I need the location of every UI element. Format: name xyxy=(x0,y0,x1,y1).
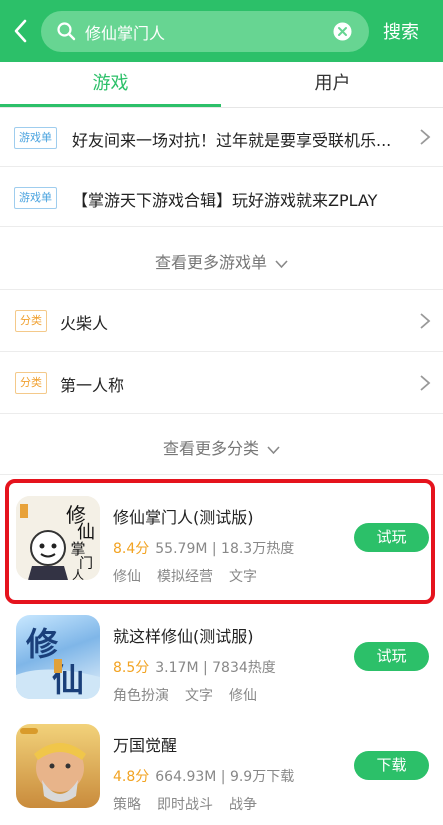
chevron-down-icon xyxy=(267,445,280,454)
game-stats: 3.17M | 7834热度 xyxy=(155,660,276,676)
category-row[interactable]: 分类 火柴人 xyxy=(0,290,443,352)
icon-art-char: 修 xyxy=(25,625,59,663)
clear-icon[interactable] xyxy=(333,22,352,41)
back-arrow-icon[interactable] xyxy=(6,13,36,49)
more-categories-label: 查看更多分类 xyxy=(162,439,259,458)
tab-bar: 游戏 用户 xyxy=(0,62,443,108)
category-badge: 分类 xyxy=(15,310,47,332)
game-score: 8.5分 xyxy=(113,660,150,676)
divider xyxy=(0,474,443,475)
game-tag: 策略 xyxy=(113,797,141,813)
game-tags: 策略 即时战斗 战争 xyxy=(113,794,273,814)
chevron-down-icon xyxy=(275,259,288,268)
game-list-title: 好友间来一场对抗！过年就是要享受联机乐... xyxy=(72,131,392,150)
game-item[interactable]: 万国觉醒 4.8分 664.93M | 9.9万下载 策略 即时战斗 战争 下载 xyxy=(0,714,443,824)
game-list-row[interactable]: 游戏单 好友间来一场对抗！过年就是要享受联机乐... xyxy=(0,108,443,167)
chevron-right-icon xyxy=(420,375,431,391)
tab-users[interactable]: 用户 xyxy=(222,62,443,108)
more-game-lists-label: 查看更多游戏单 xyxy=(154,253,267,272)
search-button[interactable]: 搜索 xyxy=(383,18,419,44)
wanguo-juexing-icon xyxy=(16,724,100,808)
game-score: 4.8分 xyxy=(113,769,150,785)
game-list-badge: 游戏单 xyxy=(14,187,57,209)
game-list-title: 【掌游天下游戏合辑】玩好游戏就来ZPLAY xyxy=(72,191,378,210)
more-game-lists-link[interactable]: 查看更多游戏单 xyxy=(0,249,443,273)
game-meta: 8.5分 3.17M | 7834热度 xyxy=(113,657,276,677)
search-input[interactable] xyxy=(85,11,325,52)
game-tag: 角色扮演 xyxy=(113,688,169,704)
category-badge: 分类 xyxy=(15,372,47,394)
top-bar: 搜索 xyxy=(0,0,443,62)
game-item[interactable]: 修 仙 就这样修仙(测试服) 8.5分 3.17M | 7834热度 角色扮演 文字… xyxy=(0,605,443,715)
game-tag: 修仙 xyxy=(229,688,257,704)
try-play-button[interactable]: 试玩 xyxy=(354,642,429,671)
game-meta: 4.8分 664.93M | 9.9万下载 xyxy=(113,766,294,786)
more-categories-link[interactable]: 查看更多分类 xyxy=(0,435,443,459)
search-box[interactable] xyxy=(41,11,369,52)
category-name: 第一人称 xyxy=(60,376,125,395)
search-icon xyxy=(57,22,76,41)
game-title: 就这样修仙(测试服) xyxy=(113,627,254,646)
chevron-right-icon xyxy=(420,129,431,145)
game-list-row[interactable]: 游戏单 【掌游天下游戏合辑】玩好游戏就来ZPLAY xyxy=(0,167,443,227)
game-title: 万国觉醒 xyxy=(113,736,178,755)
download-button[interactable]: 下载 xyxy=(354,751,429,780)
game-tags: 角色扮演 文字 修仙 xyxy=(113,685,273,705)
jiuzheyang-xiuxian-icon: 修 仙 xyxy=(16,615,100,699)
game-stats: 664.93M | 9.9万下载 xyxy=(155,769,295,785)
highlight-box xyxy=(5,479,435,604)
tab-active-indicator xyxy=(0,104,221,107)
category-row[interactable]: 分类 第一人称 xyxy=(0,352,443,414)
tab-games[interactable]: 游戏 xyxy=(0,62,221,108)
game-tag: 即时战斗 xyxy=(157,797,213,813)
chevron-right-icon xyxy=(420,313,431,329)
game-tag: 战争 xyxy=(229,797,257,813)
category-name: 火柴人 xyxy=(60,314,109,333)
game-list-badge: 游戏单 xyxy=(14,127,57,149)
game-tag: 文字 xyxy=(185,688,213,704)
